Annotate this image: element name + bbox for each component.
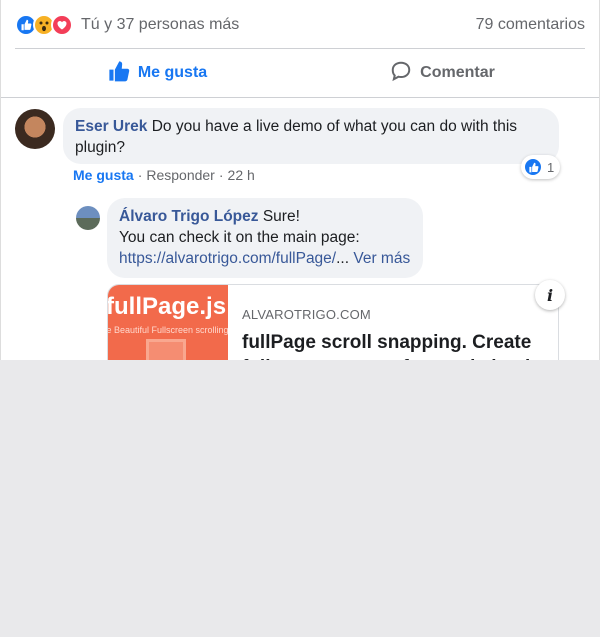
link-preview-body: ALVAROTRIGO.COM fullPage scroll snapping… [242, 307, 542, 360]
reply-text-line1: Sure! [262, 208, 300, 225]
like-reaction-icon [523, 157, 543, 177]
see-more-link[interactable]: Ver más [353, 250, 410, 267]
comment-reaction-count: 1 [547, 159, 555, 175]
thumbnail-title: fullPage.js [108, 293, 227, 320]
thumbs-up-icon [108, 60, 138, 87]
comment-reaction-badge[interactable]: 1 [521, 155, 561, 179]
thumbnail-graphic [146, 339, 186, 360]
post-panel: Tú y 37 personas más 79 comentarios Me g… [0, 0, 600, 360]
reply-text-line2: You can check it on the main page: [119, 229, 360, 246]
avatar[interactable] [15, 109, 55, 149]
avatar[interactable] [76, 206, 100, 230]
reply-author[interactable]: Álvaro Trigo López [119, 208, 259, 225]
divider [1, 97, 599, 98]
separator-dot: · [218, 167, 224, 183]
divider [15, 48, 585, 49]
reply-link[interactable]: https://alvarotrigo.com/fullPage/ [119, 250, 336, 267]
reaction-icons [15, 14, 73, 36]
reactions-summary[interactable]: Tú y 37 personas más [15, 14, 239, 36]
reply-bubble: Álvaro Trigo López Sure! You can check i… [107, 198, 423, 278]
comment-like-link[interactable]: Me gusta [73, 167, 134, 183]
link-preview-domain: ALVAROTRIGO.COM [242, 307, 371, 322]
link-preview-card[interactable]: fullPage.js te Beautiful Fullscreen scro… [107, 284, 559, 360]
separator-dot: · [137, 167, 143, 183]
comment-reply-link[interactable]: Responder [146, 167, 215, 183]
speech-bubble-icon [390, 60, 420, 87]
love-reaction-icon [51, 14, 73, 36]
link-preview-thumbnail: fullPage.js te Beautiful Fullscreen scro… [108, 285, 228, 360]
comment-time[interactable]: 22 h [228, 167, 255, 183]
reaction-summary-text[interactable]: Tú y 37 personas más [81, 16, 239, 34]
comment-bubble: Eser Urek Do you have a live demo of wha… [63, 108, 559, 164]
like-button[interactable]: Me gusta [15, 52, 300, 94]
comments-count[interactable]: 79 comentarios [476, 16, 585, 34]
reply-ellipsis: ... [336, 250, 350, 267]
comment-meta: Me gusta · Responder · 22 h [73, 167, 255, 183]
thumbnail-subtitle: te Beautiful Fullscreen scrolling web [108, 325, 228, 335]
post-actions: Me gusta Comentar [15, 52, 585, 94]
comment-author[interactable]: Eser Urek [75, 118, 147, 135]
comment-button-label: Comentar [420, 64, 495, 81]
like-button-label: Me gusta [137, 64, 208, 81]
info-icon[interactable]: i [535, 280, 565, 310]
link-preview-title: fullPage scroll snapping. Create full sc… [242, 332, 541, 360]
comment-button[interactable]: Comentar [300, 52, 585, 94]
reactions-summary-row: Tú y 37 personas más 79 comentarios [15, 12, 585, 38]
